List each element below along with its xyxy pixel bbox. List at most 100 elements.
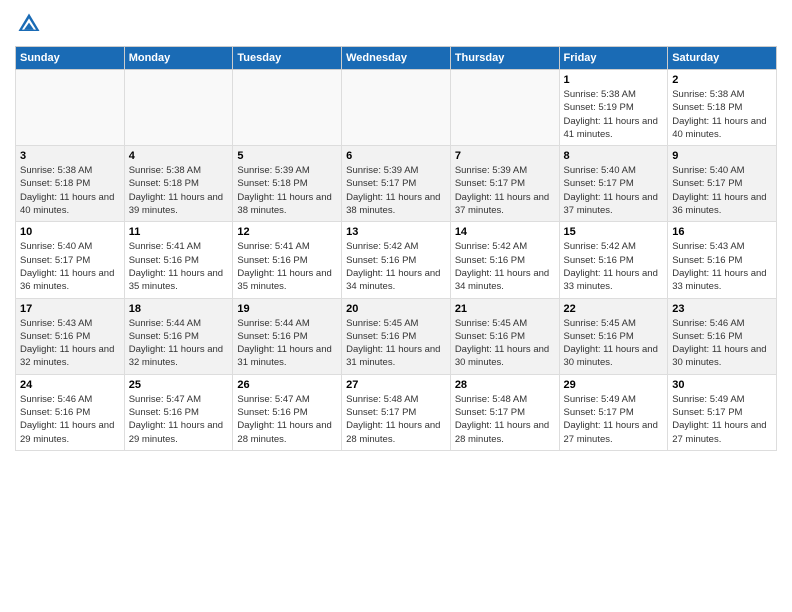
calendar-cell: 28Sunrise: 5:48 AM Sunset: 5:17 PM Dayli… xyxy=(450,374,559,450)
weekday-header-saturday: Saturday xyxy=(668,47,777,70)
day-number: 3 xyxy=(20,150,120,162)
day-info: Sunrise: 5:39 AM Sunset: 5:17 PM Dayligh… xyxy=(346,164,446,217)
calendar-cell: 18 Sunrise: 5:44 AM Sunset: 5:16 PM Dayli… xyxy=(124,298,233,374)
weekday-header-tuesday: Tuesday xyxy=(233,47,342,70)
day-number: 29 xyxy=(564,379,664,391)
calendar-cell: 25 Sunrise: 5:47 AM Sunset: 5:16 PM Dayli… xyxy=(124,374,233,450)
day-number: 8 xyxy=(564,150,664,162)
day-info: Sunrise: 5:48 AM Sunset: 5:17 PM Dayligh… xyxy=(346,393,446,446)
day-info: Sunrise: 5:47 AM Sunset: 5:16 PM Dayligh… xyxy=(129,393,229,446)
day-number: 12 xyxy=(237,226,337,238)
day-info: Sunrise: 5:47 AM Sunset: 5:16 PM Dayligh… xyxy=(237,393,337,446)
day-info: Sunrise: 5:45 AM Sunset: 5:16 PM Dayligh… xyxy=(455,317,555,370)
day-info: Sunrise: 5:46 AM Sunset: 5:16 PM Dayligh… xyxy=(672,317,772,370)
calendar-cell: 7 Sunrise: 5:39 AM Sunset: 5:17 PM Daylig… xyxy=(450,146,559,222)
day-number: 1 xyxy=(564,74,664,86)
calendar-cell: 30 Sunrise: 5:49 AM Sunset: 5:17 PM Dayli… xyxy=(668,374,777,450)
calendar-cell: 26 Sunrise: 5:47 AM Sunset: 5:16 PM Dayli… xyxy=(233,374,342,450)
day-number: 11 xyxy=(129,226,229,238)
day-number: 30 xyxy=(672,379,772,391)
day-number: 7 xyxy=(455,150,555,162)
day-info: Sunrise: 5:39 AM Sunset: 5:18 PM Dayligh… xyxy=(237,164,337,217)
weekday-header-friday: Friday xyxy=(559,47,668,70)
calendar-week-1: 3 Sunrise: 5:38 AM Sunset: 5:18 PM Daylig… xyxy=(16,146,777,222)
calendar-week-0: 1 Sunrise: 5:38 AM Sunset: 5:19 PM Daylig… xyxy=(16,70,777,146)
logo xyxy=(15,10,47,38)
day-info: Sunrise: 5:45 AM Sunset: 5:16 PM Dayligh… xyxy=(346,317,446,370)
day-info: Sunrise: 5:43 AM Sunset: 5:16 PM Dayligh… xyxy=(20,317,120,370)
day-number: 19 xyxy=(237,303,337,315)
calendar-cell: 24 Sunrise: 5:46 AM Sunset: 5:16 PM Dayli… xyxy=(16,374,125,450)
day-info: Sunrise: 5:45 AM Sunset: 5:16 PM Dayligh… xyxy=(564,317,664,370)
day-info: Sunrise: 5:38 AM Sunset: 5:18 PM Dayligh… xyxy=(672,88,772,141)
day-number: 2 xyxy=(672,74,772,86)
day-info: Sunrise: 5:42 AM Sunset: 5:16 PM Dayligh… xyxy=(564,240,664,293)
day-number: 27 xyxy=(346,379,446,391)
page-container: SundayMondayTuesdayWednesdayThursdayFrid… xyxy=(0,0,792,461)
day-info: Sunrise: 5:39 AM Sunset: 5:17 PM Dayligh… xyxy=(455,164,555,217)
day-number: 17 xyxy=(20,303,120,315)
calendar-cell: 9 Sunrise: 5:40 AM Sunset: 5:17 PM Daylig… xyxy=(668,146,777,222)
calendar-cell: 27 Sunrise: 5:48 AM Sunset: 5:17 PM Dayli… xyxy=(342,374,451,450)
calendar-cell: 5 Sunrise: 5:39 AM Sunset: 5:18 PM Daylig… xyxy=(233,146,342,222)
day-info: Sunrise: 5:40 AM Sunset: 5:17 PM Dayligh… xyxy=(564,164,664,217)
weekday-header-monday: Monday xyxy=(124,47,233,70)
day-info: Sunrise: 5:49 AM Sunset: 5:17 PM Dayligh… xyxy=(672,393,772,446)
day-number: 18 xyxy=(129,303,229,315)
day-number: 5 xyxy=(237,150,337,162)
day-info: Sunrise: 5:44 AM Sunset: 5:16 PM Dayligh… xyxy=(129,317,229,370)
weekday-header-sunday: Sunday xyxy=(16,47,125,70)
calendar-cell xyxy=(342,70,451,146)
day-info: Sunrise: 5:49 AM Sunset: 5:17 PM Dayligh… xyxy=(564,393,664,446)
weekday-header-wednesday: Wednesday xyxy=(342,47,451,70)
calendar-cell: 1 Sunrise: 5:38 AM Sunset: 5:19 PM Daylig… xyxy=(559,70,668,146)
day-number: 21 xyxy=(455,303,555,315)
day-number: 20 xyxy=(346,303,446,315)
calendar-cell xyxy=(233,70,342,146)
day-info: Sunrise: 5:38 AM Sunset: 5:18 PM Dayligh… xyxy=(20,164,120,217)
day-number: 10 xyxy=(20,226,120,238)
day-number: 15 xyxy=(564,226,664,238)
calendar-cell: 23 Sunrise: 5:46 AM Sunset: 5:16 PM Dayli… xyxy=(668,298,777,374)
calendar-cell: 17 Sunrise: 5:43 AM Sunset: 5:16 PM Dayli… xyxy=(16,298,125,374)
calendar-week-3: 17 Sunrise: 5:43 AM Sunset: 5:16 PM Dayli… xyxy=(16,298,777,374)
weekday-header-row: SundayMondayTuesdayWednesdayThursdayFrid… xyxy=(16,47,777,70)
logo-icon xyxy=(15,10,43,38)
day-number: 28 xyxy=(455,379,555,391)
day-info: Sunrise: 5:38 AM Sunset: 5:18 PM Dayligh… xyxy=(129,164,229,217)
day-info: Sunrise: 5:38 AM Sunset: 5:19 PM Dayligh… xyxy=(564,88,664,141)
calendar-cell: 2 Sunrise: 5:38 AM Sunset: 5:18 PM Daylig… xyxy=(668,70,777,146)
calendar-cell: 12Sunrise: 5:41 AM Sunset: 5:16 PM Dayli… xyxy=(233,222,342,298)
calendar-cell: 22Sunrise: 5:45 AM Sunset: 5:16 PM Dayli… xyxy=(559,298,668,374)
weekday-header-thursday: Thursday xyxy=(450,47,559,70)
day-info: Sunrise: 5:40 AM Sunset: 5:17 PM Dayligh… xyxy=(672,164,772,217)
day-number: 9 xyxy=(672,150,772,162)
day-info: Sunrise: 5:42 AM Sunset: 5:16 PM Dayligh… xyxy=(346,240,446,293)
day-number: 23 xyxy=(672,303,772,315)
calendar-cell: 10 Sunrise: 5:40 AM Sunset: 5:17 PM Dayli… xyxy=(16,222,125,298)
day-number: 26 xyxy=(237,379,337,391)
calendar-cell: 4Sunrise: 5:38 AM Sunset: 5:18 PM Daylig… xyxy=(124,146,233,222)
day-info: Sunrise: 5:46 AM Sunset: 5:16 PM Dayligh… xyxy=(20,393,120,446)
calendar-table: SundayMondayTuesdayWednesdayThursdayFrid… xyxy=(15,46,777,451)
calendar-cell: 3 Sunrise: 5:38 AM Sunset: 5:18 PM Daylig… xyxy=(16,146,125,222)
day-info: Sunrise: 5:43 AM Sunset: 5:16 PM Dayligh… xyxy=(672,240,772,293)
day-info: Sunrise: 5:40 AM Sunset: 5:17 PM Dayligh… xyxy=(20,240,120,293)
page-header xyxy=(15,10,777,38)
calendar-cell xyxy=(16,70,125,146)
calendar-cell: 6 Sunrise: 5:39 AM Sunset: 5:17 PM Daylig… xyxy=(342,146,451,222)
day-info: Sunrise: 5:41 AM Sunset: 5:16 PM Dayligh… xyxy=(129,240,229,293)
calendar-cell: 19Sunrise: 5:44 AM Sunset: 5:16 PM Dayli… xyxy=(233,298,342,374)
calendar-cell: 29 Sunrise: 5:49 AM Sunset: 5:17 PM Dayli… xyxy=(559,374,668,450)
calendar-cell: 15 Sunrise: 5:42 AM Sunset: 5:16 PM Dayli… xyxy=(559,222,668,298)
calendar-cell: 20 Sunrise: 5:45 AM Sunset: 5:16 PM Dayli… xyxy=(342,298,451,374)
day-number: 6 xyxy=(346,150,446,162)
day-number: 24 xyxy=(20,379,120,391)
calendar-week-4: 24 Sunrise: 5:46 AM Sunset: 5:16 PM Dayli… xyxy=(16,374,777,450)
calendar-cell xyxy=(450,70,559,146)
calendar-cell: 11 Sunrise: 5:41 AM Sunset: 5:16 PM Dayli… xyxy=(124,222,233,298)
calendar-cell: 21 Sunrise: 5:45 AM Sunset: 5:16 PM Dayli… xyxy=(450,298,559,374)
day-info: Sunrise: 5:42 AM Sunset: 5:16 PM Dayligh… xyxy=(455,240,555,293)
calendar-cell: 8 Sunrise: 5:40 AM Sunset: 5:17 PM Daylig… xyxy=(559,146,668,222)
day-number: 25 xyxy=(129,379,229,391)
